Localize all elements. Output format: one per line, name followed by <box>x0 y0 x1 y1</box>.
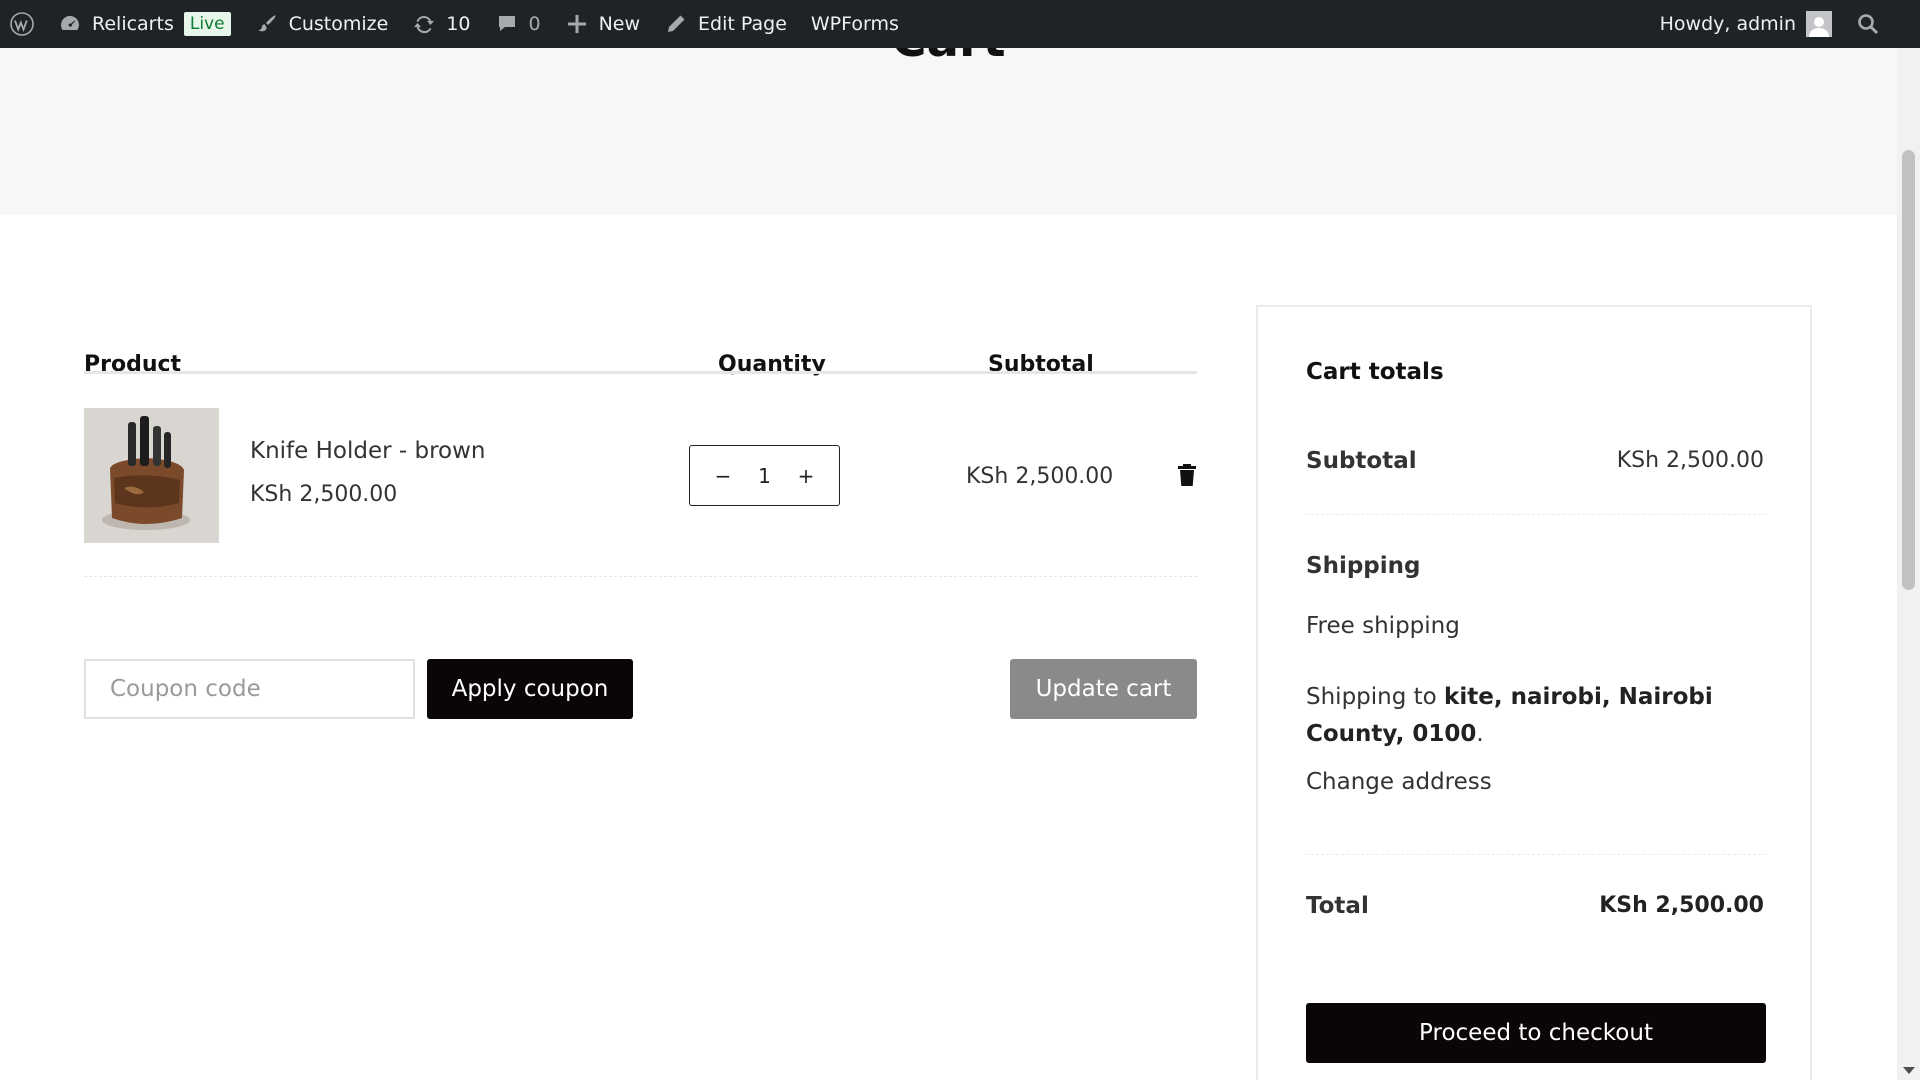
new-content-link[interactable]: New <box>553 0 652 48</box>
totals-subtotal-value: KSh 2,500.00 <box>1616 448 1764 473</box>
wordpress-icon <box>10 12 34 36</box>
cart-totals-title: Cart totals <box>1306 359 1444 385</box>
site-name-menu[interactable]: Relicarts Live <box>46 0 243 48</box>
product-name-link[interactable]: Knife Holder - brown <box>250 438 486 464</box>
coupon-code-input[interactable] <box>84 659 415 719</box>
shipping-to-suffix: . <box>1476 721 1484 747</box>
scrollbar-thumb[interactable] <box>1902 150 1915 590</box>
quantity-decrease-button[interactable]: − <box>712 464 734 488</box>
site-name: Relicarts <box>92 13 174 35</box>
totals-divider <box>1306 854 1766 855</box>
edit-page-link[interactable]: Edit Page <box>652 0 799 48</box>
remove-item-button[interactable] <box>1177 463 1197 487</box>
knife-holder-image <box>84 408 219 543</box>
shipping-label: Shipping <box>1306 553 1421 579</box>
howdy-label: Howdy, admin <box>1659 13 1796 35</box>
scroll-down-arrow-icon[interactable] <box>1903 1067 1915 1074</box>
pencil-icon <box>664 12 688 36</box>
table-header-divider <box>84 371 1197 374</box>
total-label: Total <box>1306 893 1369 919</box>
search-icon <box>1856 12 1880 36</box>
live-badge: Live <box>183 12 231 36</box>
row-divider <box>84 576 1197 577</box>
comments-link[interactable]: 0 <box>483 0 553 48</box>
update-cart-button[interactable]: Update cart <box>1010 659 1197 719</box>
proceed-to-checkout-button[interactable]: Proceed to checkout <box>1306 1003 1766 1063</box>
plus-icon <box>565 12 589 36</box>
account-menu[interactable]: Howdy, admin <box>1648 0 1844 48</box>
quantity-increase-button[interactable]: + <box>795 464 817 488</box>
avatar <box>1806 11 1832 37</box>
page-scrollbar[interactable] <box>1897 48 1920 1080</box>
totals-divider <box>1306 514 1766 515</box>
wpforms-label: WPForms <box>810 13 899 35</box>
comment-icon <box>495 12 519 36</box>
new-label: New <box>598 13 641 35</box>
updates-count: 10 <box>446 13 471 35</box>
quantity-stepper: − 1 + <box>689 445 840 506</box>
apply-coupon-button[interactable]: Apply coupon <box>427 659 633 719</box>
change-address-link[interactable]: Change address <box>1306 769 1492 795</box>
comments-count: 0 <box>528 13 541 35</box>
shipping-method: Free shipping <box>1306 613 1460 639</box>
customize-link[interactable]: Customize <box>243 0 401 48</box>
wordpress-logo-menu[interactable] <box>0 0 46 48</box>
page-hero: Cart <box>0 48 1897 215</box>
totals-subtotal-label: Subtotal <box>1306 448 1417 474</box>
search-toggle[interactable] <box>1844 0 1892 48</box>
product-price: KSh 2,500.00 <box>250 482 398 507</box>
trash-icon <box>1178 464 1196 486</box>
row-subtotal: KSh 2,500.00 <box>966 464 1114 489</box>
customize-label: Customize <box>288 13 389 35</box>
product-thumbnail[interactable] <box>84 408 219 543</box>
edit-page-label: Edit Page <box>698 13 787 35</box>
quantity-value[interactable]: 1 <box>750 464 780 488</box>
total-value: KSh 2,500.00 <box>1599 893 1764 918</box>
paintbrush-icon <box>255 12 279 36</box>
dashboard-icon <box>58 12 82 36</box>
updates-link[interactable]: 10 <box>400 0 482 48</box>
admin-bar: Relicarts Live Customize 10 0 New Edit P… <box>0 0 1920 48</box>
updates-icon <box>412 12 436 36</box>
wpforms-link[interactable]: WPForms <box>799 0 911 48</box>
cart-totals-panel: Cart totals Subtotal KSh 2,500.00 Shippi… <box>1256 305 1812 1080</box>
shipping-destination: Shipping to kite, nairobi, Nairobi Count… <box>1306 679 1776 753</box>
page-title: Cart <box>0 48 1897 68</box>
shipping-to-prefix: Shipping to <box>1306 684 1437 710</box>
